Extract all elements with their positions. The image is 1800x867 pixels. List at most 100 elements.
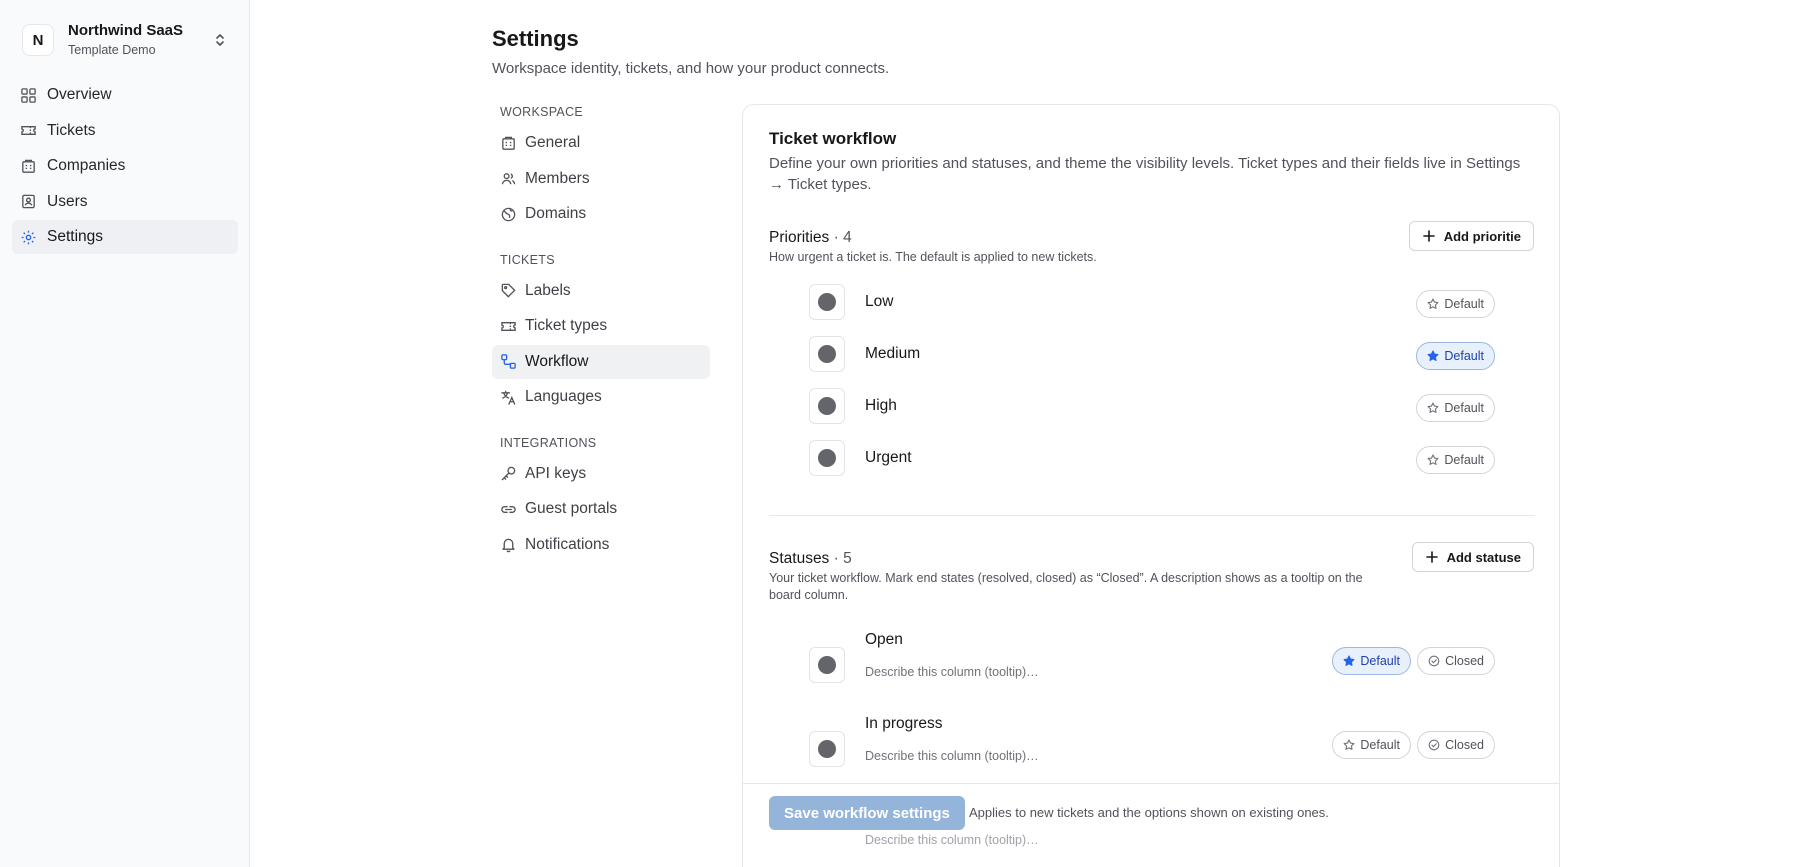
settings-item-workflow[interactable]: Workflow [492, 344, 710, 379]
building-icon [502, 136, 515, 150]
chevron-up-down-icon [216, 34, 224, 46]
settings-item-general[interactable]: General [492, 126, 710, 160]
star-icon [1427, 454, 1439, 465]
settings-item-label: Members [525, 169, 590, 187]
key-icon [501, 466, 516, 481]
star-filled-icon [1427, 350, 1439, 361]
settings-item-label: Labels [525, 281, 571, 299]
color-swatch[interactable] [809, 284, 845, 320]
app-nav-label: Overview [47, 86, 112, 103]
workspace-avatar: N [22, 24, 54, 56]
settings-item-labels[interactable]: Labels [492, 274, 710, 308]
star-icon [1343, 739, 1355, 750]
priorities-count: · 4 [833, 229, 852, 246]
color-swatch[interactable] [809, 388, 845, 424]
statuses-count: · 5 [833, 550, 852, 567]
star-icon [1427, 298, 1439, 309]
workspace-subtitle: Template Demo [68, 43, 156, 57]
default-toggle[interactable]: Default [1416, 394, 1495, 422]
settings-item-label: Guest portals [525, 500, 618, 517]
card-title: Ticket workflow [769, 129, 897, 148]
app-sidebar: N Northwind SaaS Template Demo Overview … [0, 0, 250, 867]
priority-row: Urgent Default [809, 440, 1495, 476]
settings-item-api-keys[interactable]: API keys [492, 457, 710, 491]
ticket-icon [21, 126, 36, 135]
default-toggle[interactable]: Default [1416, 342, 1495, 370]
ticket-workflow-card: Ticket workflow Define your own prioriti… [742, 104, 1560, 867]
priorities-title: Priorities · 4 [769, 229, 852, 246]
bell-icon [502, 538, 515, 553]
settings-item-label: Languages [525, 388, 602, 405]
settings-item-ticket-types[interactable]: Ticket types [492, 309, 710, 343]
color-swatch[interactable] [809, 336, 845, 372]
user-badge-icon [22, 194, 35, 209]
settings-item-label: General [525, 134, 581, 151]
page-subtitle: Workspace identity, tickets, and how you… [492, 60, 890, 77]
status-description-input[interactable]: Describe this column (tooltip)… [865, 749, 1039, 763]
app-nav-users[interactable]: Users [12, 185, 238, 219]
settings-item-languages[interactable]: Languages [492, 380, 710, 414]
status-name-input[interactable]: In progress [865, 715, 943, 733]
tag-icon [501, 283, 516, 298]
workflow-icon [501, 354, 516, 369]
settings-section-integrations: Integrations [500, 435, 597, 450]
workspace-name: Northwind SaaS [68, 22, 184, 39]
app-nav-label: Users [47, 192, 88, 210]
star-filled-icon [1343, 655, 1355, 666]
building-icon [22, 159, 35, 173]
settings-item-label: Notifications [525, 535, 610, 553]
app-nav-overview[interactable]: Overview [12, 78, 238, 112]
app-nav-settings[interactable]: Settings [12, 220, 238, 254]
priorities-description: How urgent a ticket is. The default is a… [769, 250, 1097, 264]
settings-item-domains[interactable]: Domains [492, 197, 710, 231]
status-description-input[interactable]: Describe this column (tooltip)… [865, 665, 1039, 679]
settings-item-notifications[interactable]: Notifications [492, 528, 710, 562]
add-status-button[interactable]: Add statuse [1411, 542, 1534, 572]
closed-toggle[interactable]: Closed [1417, 731, 1495, 759]
status-description-input[interactable]: Describe this column (tooltip)… [865, 833, 1039, 847]
add-priority-button[interactable]: Add prioritie [1408, 221, 1534, 251]
default-toggle[interactable]: Default [1332, 731, 1411, 759]
color-swatch[interactable] [809, 647, 845, 683]
gear-icon [21, 230, 36, 244]
priority-label: Medium [865, 345, 921, 362]
priority-label: High [865, 397, 897, 414]
app-nav: Overview Tickets Companies Users Setting… [12, 78, 238, 256]
settings-item-label: Domains [525, 205, 587, 222]
star-icon [1427, 402, 1439, 413]
globe-icon [501, 207, 516, 221]
app-nav-label: Companies [47, 157, 126, 174]
settings-item-label: Workflow [525, 352, 589, 370]
settings-item-members[interactable]: Members [492, 162, 710, 196]
default-toggle[interactable]: Default [1416, 446, 1495, 474]
status-row: Open Describe this column (tooltip)… Def… [809, 631, 1495, 701]
default-toggle[interactable]: Default [1332, 647, 1411, 675]
grid-icon [21, 87, 36, 103]
page-title: Settings [492, 26, 579, 51]
workspace-switcher[interactable]: N Northwind SaaS Template Demo [12, 18, 238, 62]
color-swatch[interactable] [809, 731, 845, 767]
app-nav-companies[interactable]: Companies [12, 149, 238, 183]
check-circle-icon [1428, 739, 1440, 751]
priority-row: Low Default [809, 284, 1495, 320]
card-description: Define your own priorities and statuses,… [769, 155, 1521, 193]
settings-item-guest-portals[interactable]: Guest portals [492, 492, 710, 526]
status-name-input[interactable]: Open [865, 631, 903, 649]
priority-label: Urgent [865, 449, 912, 466]
app-nav-label: Tickets [47, 121, 96, 139]
footer-note: Applies to new tickets and the options s… [969, 805, 1329, 820]
plus-icon [1422, 230, 1435, 242]
settings-section-workspace: Workspace [500, 105, 584, 119]
save-workflow-button[interactable]: Save workflow settings [769, 796, 965, 830]
priority-label: Low [865, 293, 894, 310]
workspace-text: Northwind SaaS Template Demo [68, 22, 183, 58]
statuses-description: Your ticket workflow. Mark end states (r… [769, 571, 1363, 602]
settings-item-label: API keys [525, 464, 587, 482]
users-icon [501, 173, 516, 185]
color-swatch[interactable] [809, 440, 845, 476]
closed-toggle[interactable]: Closed [1417, 647, 1495, 675]
translate-icon [501, 390, 516, 405]
plus-icon [1425, 551, 1438, 563]
app-nav-tickets[interactable]: Tickets [12, 114, 238, 148]
default-toggle[interactable]: Default [1416, 290, 1495, 318]
